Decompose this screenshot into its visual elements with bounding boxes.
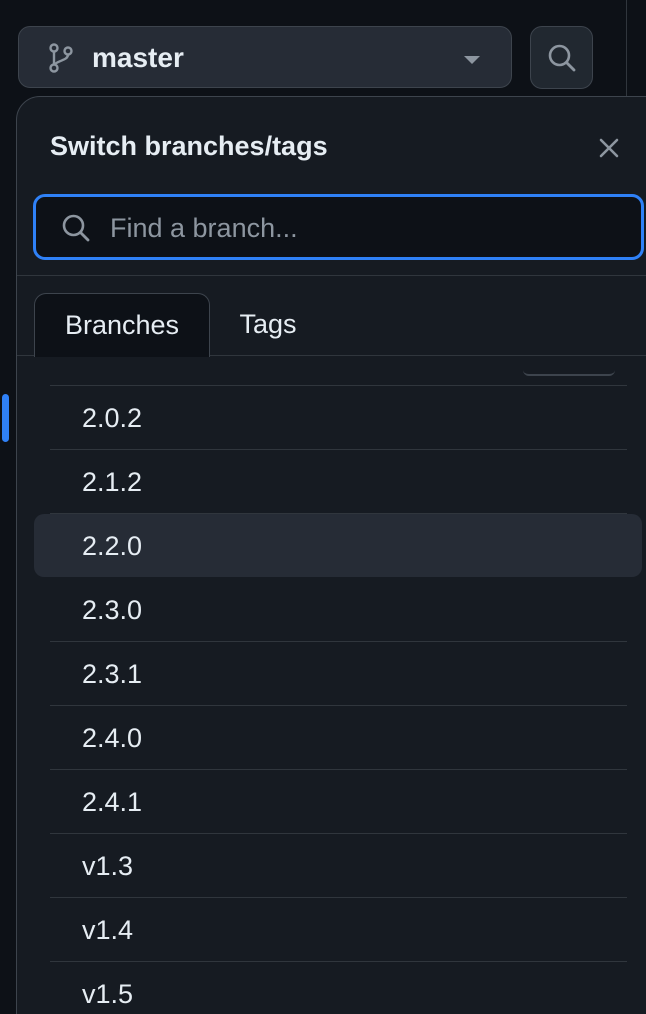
branch-search-input[interactable] bbox=[108, 207, 612, 249]
header-divider bbox=[17, 275, 646, 276]
panel-title: Switch branches/tags bbox=[50, 131, 328, 161]
tab-tags[interactable]: Tags bbox=[223, 293, 313, 356]
list-item[interactable]: 2.3.1 bbox=[50, 642, 627, 706]
branch-name: v1.4 bbox=[82, 915, 134, 945]
partial-badge bbox=[523, 370, 615, 376]
search-icon bbox=[62, 214, 90, 242]
branch-list: 2.0.2 2.1.2 2.2.0 2.3.0 2.3.1 2.4.0 2.4.… bbox=[17, 356, 646, 1014]
branch-switch-panel: Switch branches/tags Branches Tags 2.0.2 bbox=[16, 96, 646, 1014]
list-item[interactable]: 2.4.0 bbox=[50, 706, 627, 770]
list-item[interactable]: v1.4 bbox=[50, 898, 627, 962]
close-icon bbox=[599, 138, 619, 158]
search-icon bbox=[548, 44, 576, 72]
branch-search-field[interactable] bbox=[33, 194, 644, 260]
page-divider bbox=[626, 0, 627, 100]
branch-name: 2.1.2 bbox=[82, 467, 143, 497]
git-branch-icon bbox=[49, 43, 73, 73]
branch-name: v1.3 bbox=[82, 851, 134, 881]
list-item[interactable]: v1.5 bbox=[50, 962, 627, 1014]
branch-name: 2.0.2 bbox=[82, 403, 143, 433]
list-item[interactable]: 2.0.2 bbox=[50, 386, 627, 450]
branch-name: 2.4.1 bbox=[82, 787, 143, 817]
close-button[interactable] bbox=[592, 131, 626, 165]
app-stage: master Switch branches/tags Branches Tag… bbox=[0, 0, 646, 1014]
list-item-selected[interactable]: 2.2.0 bbox=[34, 514, 642, 577]
caret-down-icon bbox=[464, 56, 480, 64]
branch-name: v1.5 bbox=[82, 979, 134, 1009]
branch-name: 2.2.0 bbox=[82, 531, 143, 561]
list-item[interactable]: v1.3 bbox=[50, 834, 627, 898]
scroll-indicator bbox=[2, 394, 9, 442]
branch-selector-button[interactable]: master bbox=[18, 26, 512, 88]
list-item[interactable]: 2.3.0 bbox=[50, 578, 627, 642]
list-item[interactable]: 2.4.1 bbox=[50, 770, 627, 834]
branch-name: 2.3.0 bbox=[82, 595, 143, 625]
branch-name: 2.3.1 bbox=[82, 659, 143, 689]
tab-branches[interactable]: Branches bbox=[34, 293, 210, 357]
search-button[interactable] bbox=[530, 26, 593, 89]
list-item[interactable]: 2.1.2 bbox=[50, 450, 627, 514]
branch-name: 2.4.0 bbox=[82, 723, 143, 753]
current-branch-label: master bbox=[92, 42, 184, 73]
